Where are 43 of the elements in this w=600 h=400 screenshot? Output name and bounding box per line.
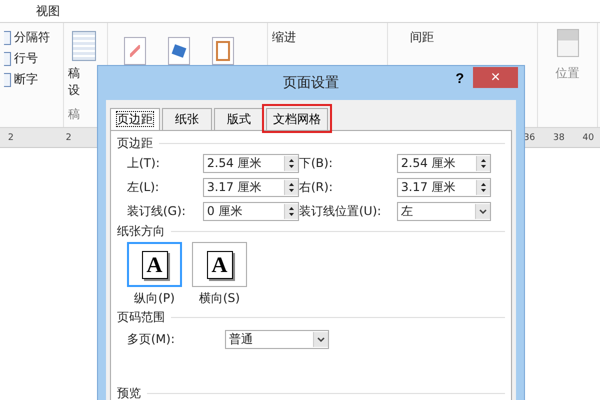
ruler-number: 40 <box>582 132 594 142</box>
field-label: 下(B): <box>299 155 334 172</box>
ribbon-tab[interactable]: 视图 <box>36 2 60 20</box>
indent-label: 缩进 <box>272 30 296 44</box>
field-label: 左(L): <box>127 179 160 196</box>
dialog-tab[interactable]: 版式 <box>214 108 264 130</box>
section-title: 预览 <box>117 385 141 400</box>
close-button[interactable]: × <box>473 67 518 88</box>
orientation-button[interactable]: A <box>127 242 182 287</box>
dialog-title: 页面设置 <box>283 74 339 92</box>
spin-field[interactable]: 3.17 厘米 <box>203 178 299 197</box>
spin-field[interactable]: 0 厘米 <box>203 202 299 221</box>
orientation-button[interactable]: A <box>192 242 247 287</box>
ruler-number: 38 <box>553 132 565 142</box>
ribbon-item[interactable]: 分隔符 <box>4 29 59 46</box>
ribbon-item[interactable]: 行号 <box>4 50 59 67</box>
field-label: 右(R): <box>299 179 334 196</box>
spin-field[interactable]: 2.54 厘米 <box>397 154 491 173</box>
field-label: 装订线位置(U): <box>299 203 382 220</box>
section-title: 纸张方向 <box>117 223 165 240</box>
help-button[interactable]: ? <box>455 70 464 86</box>
ruler-number: 36 <box>524 132 536 142</box>
draft-settings-label: 稿 <box>68 65 80 82</box>
draft-settings-label: 设 <box>68 82 80 99</box>
spacing-label: 间距 <box>410 30 434 44</box>
dialog-tab[interactable]: 页边距 <box>110 108 160 130</box>
ruler-number: 2 <box>8 132 14 142</box>
spin-field[interactable]: 2.54 厘米 <box>203 154 299 173</box>
dialog-tab[interactable]: 纸张 <box>162 108 212 130</box>
dropdown-field[interactable]: 左 <box>397 202 491 221</box>
ruler-number: 2 <box>66 132 72 142</box>
field-label: 上(T): <box>127 155 161 172</box>
section-title: 页边距 <box>117 135 153 152</box>
ribbon-item[interactable]: 断字 <box>4 71 59 88</box>
dialog-tab[interactable]: 文档网格 <box>266 108 328 130</box>
spin-field[interactable]: 3.17 厘米 <box>397 178 491 197</box>
field-label: 装订线(G): <box>127 203 187 220</box>
dropdown-field[interactable]: 普通 <box>224 330 329 349</box>
field-label: 多页(M): <box>127 331 175 348</box>
group-label: 稿 <box>68 106 80 123</box>
section-title: 页码范围 <box>117 309 165 326</box>
orientation-label: 横向(S) <box>199 290 240 307</box>
orientation-label: 纵向(P) <box>134 290 175 307</box>
